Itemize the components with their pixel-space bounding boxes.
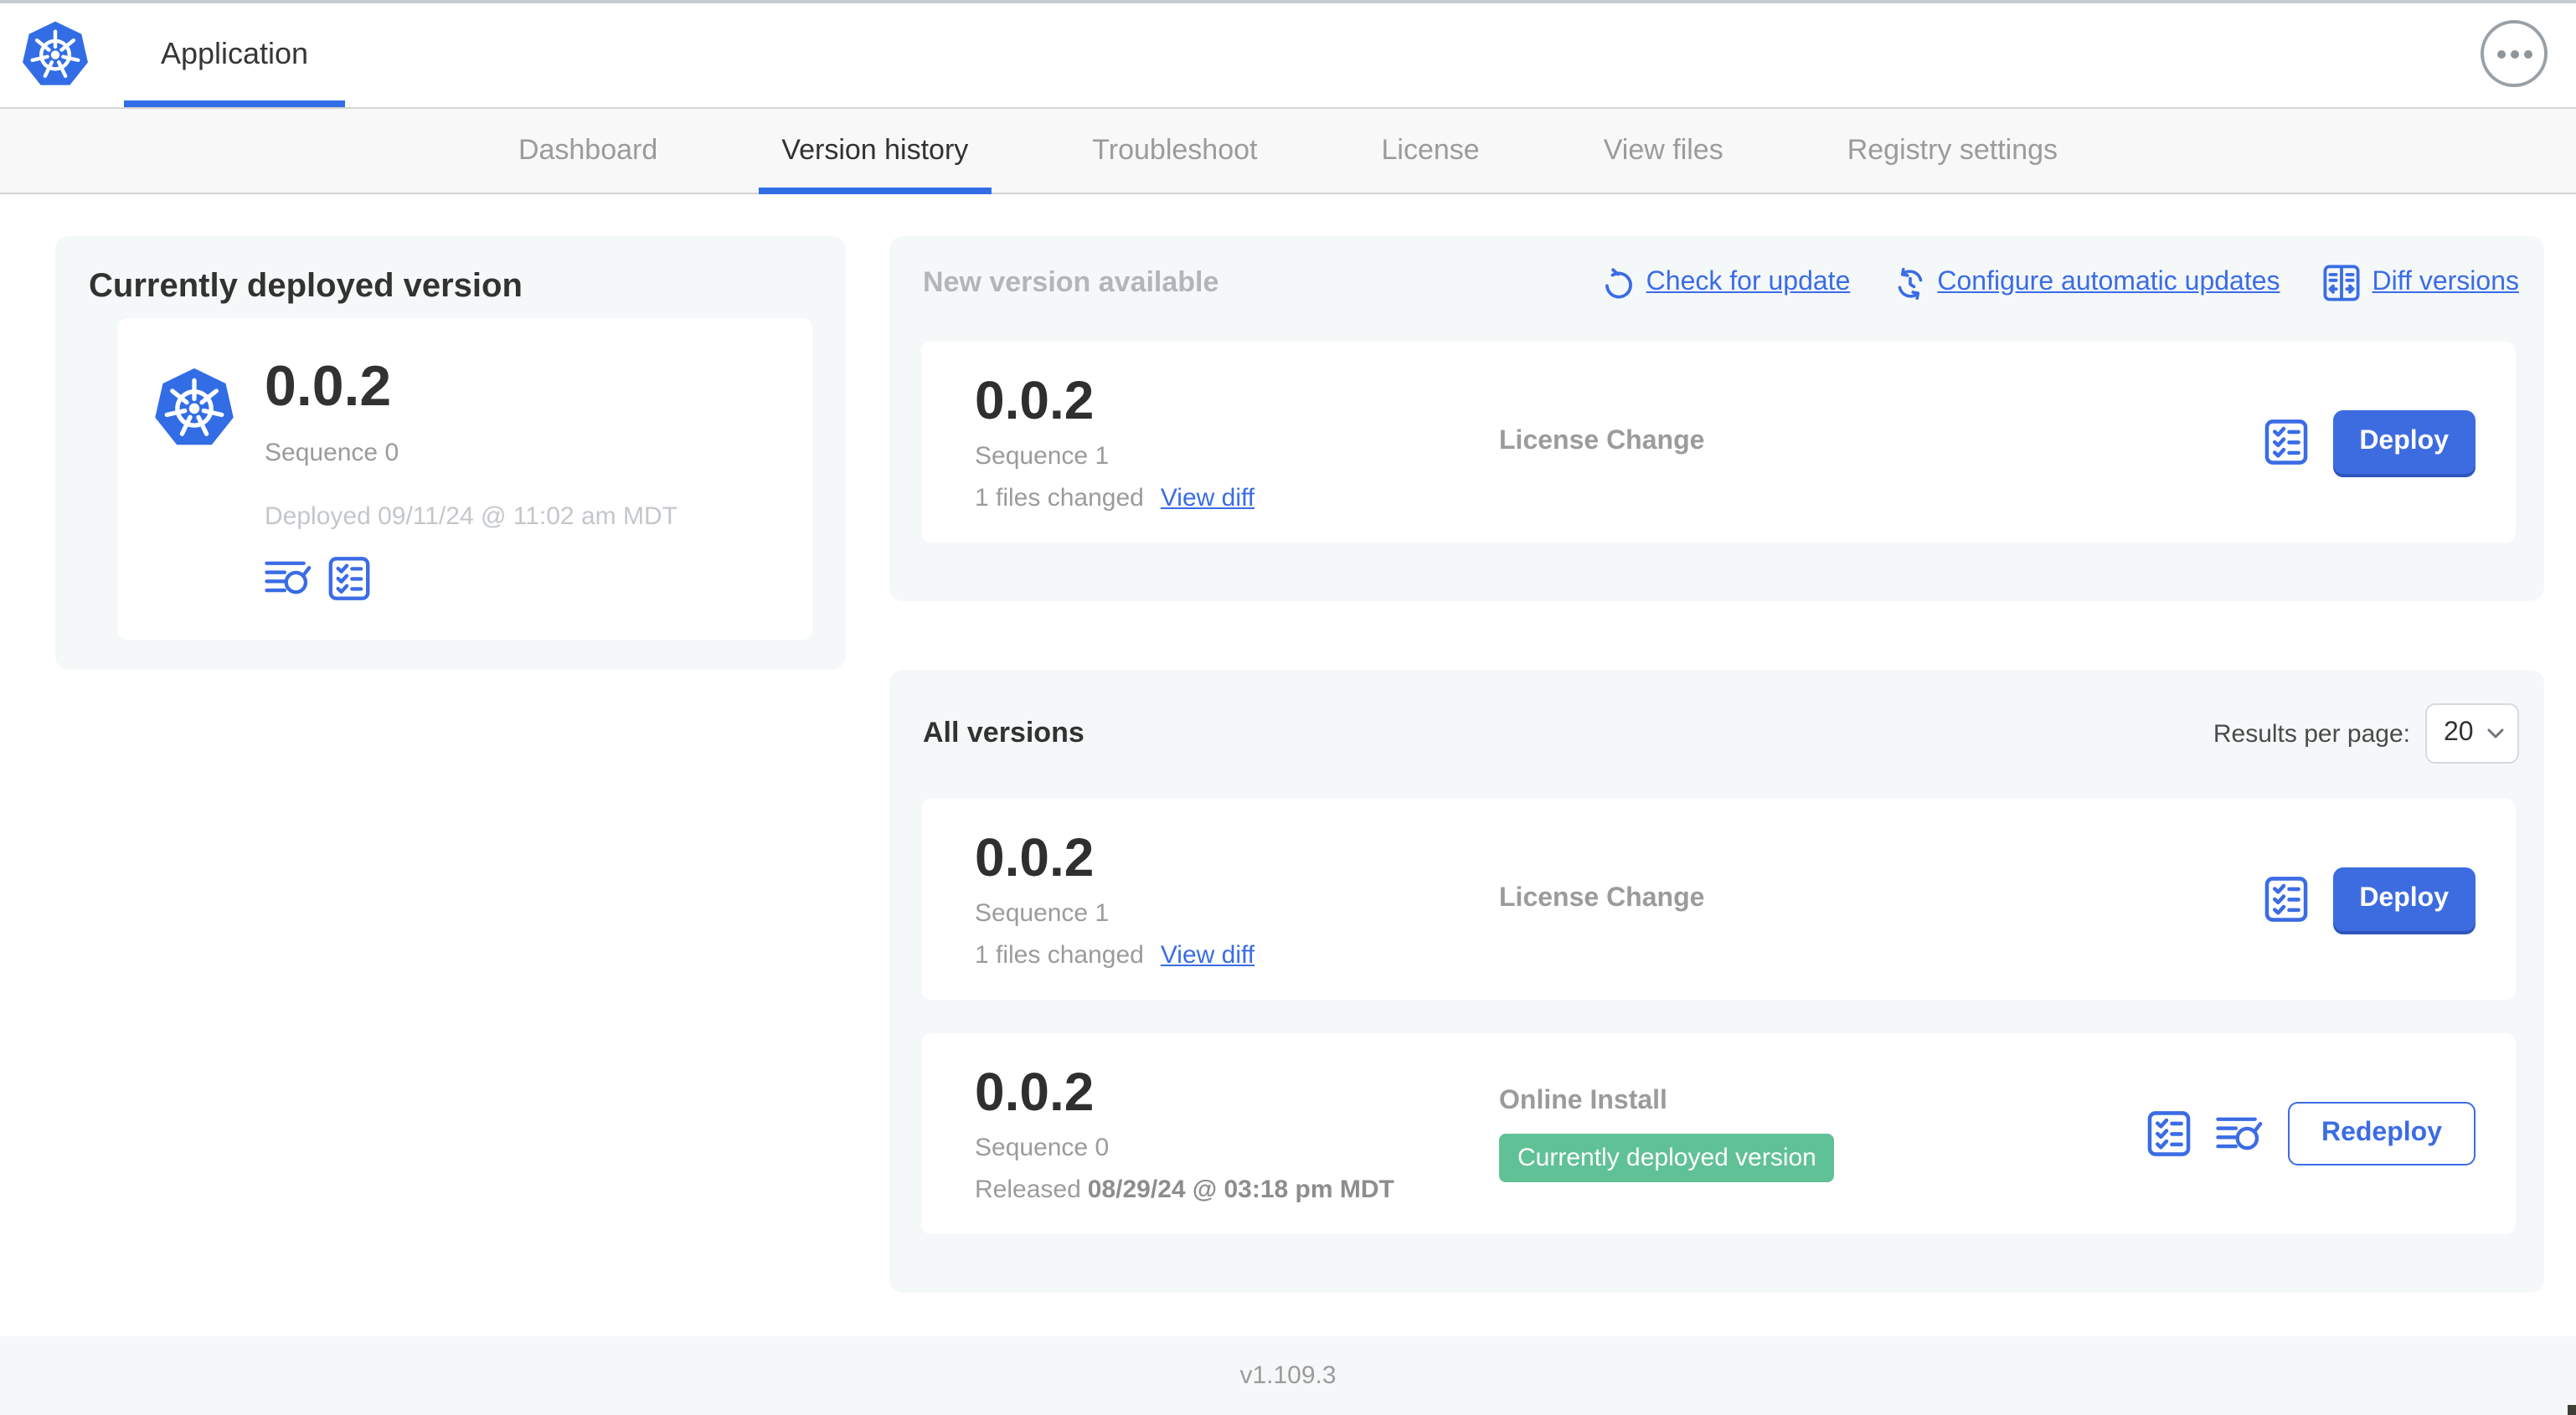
version-number: 0.0.2: [975, 826, 1095, 887]
preflight-checks-icon[interactable]: [328, 555, 370, 600]
version-source: Online Install: [1499, 1086, 1667, 1114]
refresh-icon: [1603, 267, 1635, 299]
version-sequence: Sequence 0: [975, 1133, 1110, 1161]
tab-registry-settings[interactable]: Registry settings: [1824, 109, 2081, 193]
all-versions-title: All versions: [923, 717, 1084, 749]
view-diff-link[interactable]: View diff: [1161, 940, 1255, 969]
active-tab-underline: [124, 100, 345, 107]
version-number: 0.0.2: [975, 369, 1095, 430]
version-number: 0.0.2: [975, 1061, 1095, 1121]
files-changed: 1 files changed: [975, 940, 1144, 969]
results-per-page-value: 20: [2444, 718, 2474, 747]
ellipsis-icon: [2496, 49, 2505, 58]
currently-deployed-badge: Currently deployed version: [1499, 1133, 1835, 1181]
released-label: Released: [975, 1175, 1081, 1203]
deployed-version-card: 0.0.2 Sequence 0 Deployed 09/11/24 @ 11:…: [117, 318, 812, 640]
released-timestamp: 08/29/24 @ 03:18 pm MDT: [1087, 1175, 1394, 1203]
app-navbar: Dashboard Version history Troubleshoot L…: [0, 107, 2576, 194]
tab-license[interactable]: License: [1358, 109, 1503, 193]
active-tab-underline: [758, 188, 992, 194]
corner-artifact: [2568, 1405, 2576, 1415]
preflight-checks-icon[interactable]: [2264, 419, 2307, 466]
redeploy-button[interactable]: Redeploy: [2287, 1102, 2476, 1165]
tab-version-history[interactable]: Version history: [758, 109, 992, 194]
kubernetes-logo-icon: [154, 365, 234, 449]
all-versions-section: All versions Results per page: 20 0.0.2 …: [889, 670, 2544, 1293]
page-footer: v1.109.3: [0, 1336, 2576, 1415]
app-tab-label: Application: [160, 36, 309, 69]
console-version: v1.109.3: [1239, 1361, 1337, 1390]
deploy-button[interactable]: Deploy: [2332, 410, 2476, 474]
app-header: Application: [0, 0, 2576, 107]
version-sequence: Sequence 1: [975, 898, 1110, 927]
version-source: License Change: [1499, 884, 1705, 913]
app-tab[interactable]: Application: [124, 0, 345, 107]
results-per-page-label: Results per page:: [2213, 719, 2410, 748]
version-row: 0.0.2 Sequence 0 Released 08/29/24 @ 03:1…: [921, 1033, 2516, 1234]
new-version-section: New version available Check for update C…: [889, 236, 2544, 601]
new-version-row: 0.0.2 Sequence 1 1 files changed View di…: [921, 342, 2516, 543]
view-diff-link[interactable]: View diff: [1161, 483, 1255, 512]
version-row: 0.0.2 Sequence 1 1 files changed View di…: [921, 799, 2516, 1000]
diff-icon: [2324, 265, 2361, 301]
tab-troubleshoot[interactable]: Troubleshoot: [1069, 109, 1280, 193]
overflow-menu-button[interactable]: [2481, 20, 2548, 87]
version-sequence: Sequence 1: [975, 441, 1110, 470]
results-per-page-select[interactable]: 20: [2425, 703, 2519, 764]
deploy-logs-icon[interactable]: [2216, 1114, 2263, 1153]
diff-versions-link[interactable]: Diff versions: [2324, 265, 2519, 301]
check-for-update-link[interactable]: Check for update: [1603, 267, 1850, 299]
preflight-checks-icon[interactable]: [2147, 1110, 2191, 1157]
deployed-sequence: Sequence 0: [265, 438, 399, 467]
deployed-timestamp: Deployed 09/11/24 @ 11:02 am MDT: [265, 502, 677, 531]
files-changed: 1 files changed: [975, 483, 1144, 512]
version-source: License Change: [1499, 427, 1705, 455]
tab-view-files[interactable]: View files: [1580, 109, 1747, 193]
kubernetes-logo-icon: [22, 18, 89, 89]
currently-deployed-card: Currently deployed version 0.0.2 Sequenc…: [55, 236, 846, 670]
deployed-version-number: 0.0.2: [265, 355, 392, 419]
schedule-icon: [1893, 267, 1925, 299]
main-content: Currently deployed version 0.0.2 Sequenc…: [0, 194, 2576, 1336]
deploy-button[interactable]: Deploy: [2332, 867, 2476, 931]
deploy-logs-icon[interactable]: [265, 558, 312, 597]
chevron-down-icon: [2487, 728, 2504, 738]
kots-admin-page: Application Dashboard Version history Tr…: [0, 0, 2576, 1415]
preflight-checks-icon[interactable]: [2264, 876, 2307, 923]
new-version-title: New version available: [923, 266, 1219, 298]
top-hairline: [0, 0, 2576, 3]
currently-deployed-title: Currently deployed version: [89, 268, 523, 305]
configure-automatic-updates-link[interactable]: Configure automatic updates: [1893, 267, 2280, 299]
tab-dashboard[interactable]: Dashboard: [495, 109, 681, 193]
